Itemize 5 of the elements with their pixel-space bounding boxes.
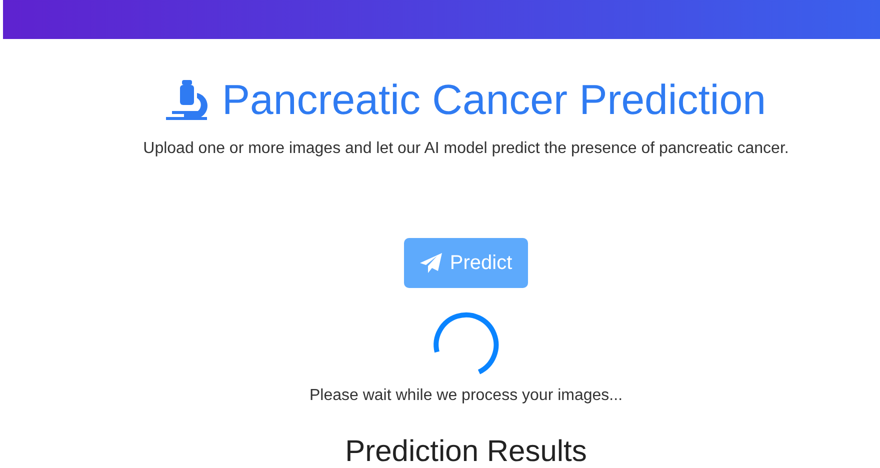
paper-plane-icon	[420, 253, 442, 273]
results-heading: Prediction Results	[344, 435, 588, 468]
subtitle: Upload one or more images and let our AI model predict the presence of pancreatic cancer.	[142, 140, 790, 158]
page-title: Pancreatic Cancer Prediction	[222, 76, 766, 124]
loading-message: Please wait while we process your images...	[308, 387, 624, 405]
